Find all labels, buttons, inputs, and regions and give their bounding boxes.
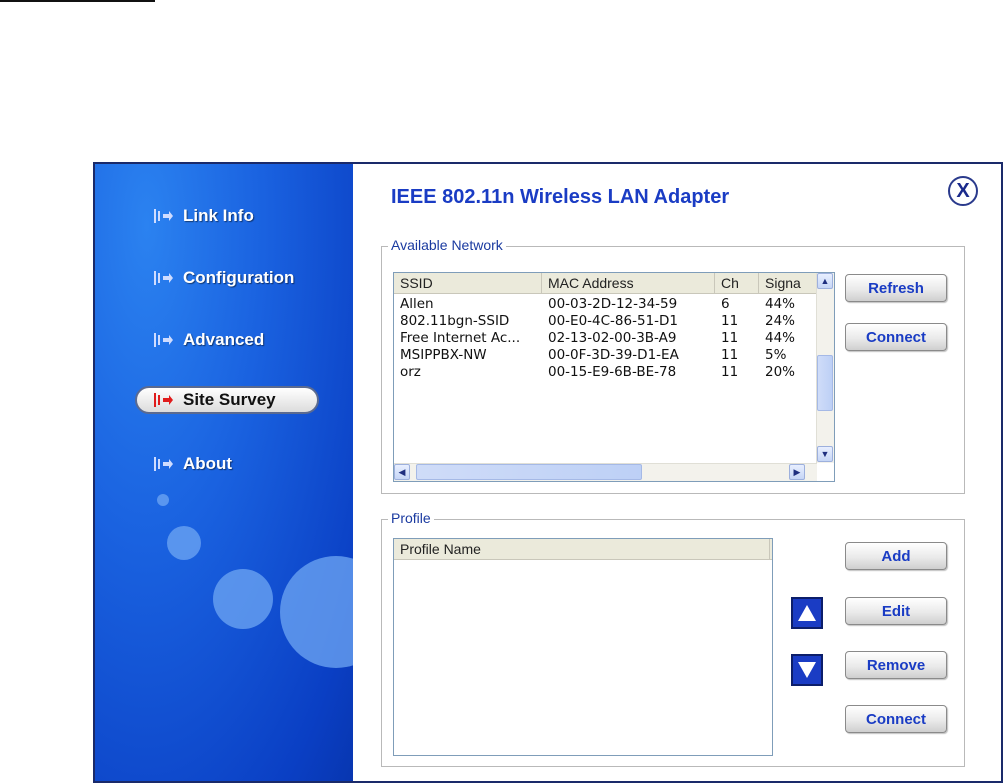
sidebar-item-label: About <box>183 454 233 473</box>
profile-list[interactable]: Profile Name <box>393 538 773 756</box>
column-header-channel[interactable]: Ch <box>715 273 759 293</box>
column-header-ssid[interactable]: SSID <box>394 273 542 293</box>
cell-ssid: 802.11bgn-SSID <box>400 313 510 329</box>
sidebar-item-link-info[interactable]: Link Info <box>153 200 254 232</box>
add-profile-button[interactable]: Add <box>845 542 947 570</box>
cell-signal: 44% <box>765 330 796 346</box>
sidebar-item-advanced[interactable]: Advanced <box>153 324 264 356</box>
refresh-button[interactable]: Refresh <box>845 274 947 302</box>
cell-mac: 00-15-E9-6B-BE-78 <box>548 364 677 380</box>
decor-bubble <box>213 569 273 629</box>
profile-legend: Profile <box>388 510 434 526</box>
cell-mac: 00-03-2D-12-34-59 <box>548 296 678 312</box>
network-list[interactable]: SSID MAC Address Ch Signa Allen 00-03-2D… <box>393 272 835 482</box>
scroll-thumb[interactable] <box>416 464 642 480</box>
arrow-up-icon <box>798 605 816 621</box>
cell-ssid: MSIPPBX-NW <box>400 347 487 363</box>
window-title: IEEE 802.11n Wireless LAN Adapter <box>391 186 730 208</box>
sidebar-item-label: Advanced <box>183 330 265 349</box>
move-up-button[interactable] <box>791 597 823 629</box>
bars-icon <box>153 331 175 349</box>
network-list-header: SSID MAC Address Ch Signa <box>394 273 817 294</box>
table-row[interactable]: orz 00-15-E9-6B-BE-78 11 20% <box>394 364 817 381</box>
table-row[interactable]: Allen 00-03-2D-12-34-59 6 44% <box>394 296 817 313</box>
scroll-left-icon[interactable]: ◀ <box>394 464 410 480</box>
edit-profile-button[interactable]: Edit <box>845 597 947 625</box>
scroll-right-icon[interactable]: ▶ <box>789 464 805 480</box>
top-rule <box>0 0 155 2</box>
sidebar-item-configuration[interactable]: Configuration <box>153 262 294 294</box>
available-network-group: Available Network SSID MAC Address Ch Si… <box>381 237 965 494</box>
available-network-legend: Available Network <box>388 237 506 253</box>
bars-icon <box>153 269 175 287</box>
cell-channel: 11 <box>721 347 739 363</box>
bars-icon <box>153 391 175 409</box>
cell-signal: 44% <box>765 296 796 312</box>
connect-profile-button[interactable]: Connect <box>845 705 947 733</box>
scroll-down-icon[interactable]: ▼ <box>817 446 833 462</box>
close-icon: X <box>956 179 970 202</box>
sidebar: Link Info Configuration Advanced Site Su… <box>95 164 353 781</box>
table-row[interactable]: Free Internet Ac... 02-13-02-00-3B-A9 11… <box>394 330 817 347</box>
cell-ssid: Allen <box>400 296 434 312</box>
cell-mac: 00-0F-3D-39-D1-EA <box>548 347 679 363</box>
cell-mac: 00-E0-4C-86-51-D1 <box>548 313 679 329</box>
sidebar-item-label: Site Survey <box>183 390 276 409</box>
cell-channel: 11 <box>721 313 739 329</box>
bars-icon <box>153 207 175 225</box>
cell-ssid: orz <box>400 364 421 380</box>
profile-group: Profile Profile Name Add Edit Remove Con… <box>381 510 965 767</box>
cell-signal: 20% <box>765 364 796 380</box>
table-row[interactable]: MSIPPBX-NW 00-0F-3D-39-D1-EA 11 5% <box>394 347 817 364</box>
cell-channel: 6 <box>721 296 730 312</box>
table-row[interactable]: 802.11bgn-SSID 00-E0-4C-86-51-D1 11 24% <box>394 313 817 330</box>
cell-channel: 11 <box>721 330 739 346</box>
sidebar-item-about[interactable]: About <box>153 448 232 480</box>
move-down-button[interactable] <box>791 654 823 686</box>
bars-icon <box>153 455 175 473</box>
remove-profile-button[interactable]: Remove <box>845 651 947 679</box>
cell-mac: 02-13-02-00-3B-A9 <box>548 330 677 346</box>
column-header-profile-name[interactable]: Profile Name <box>394 539 770 559</box>
decor-bubble <box>280 556 353 668</box>
column-header-mac[interactable]: MAC Address <box>542 273 715 293</box>
vertical-scrollbar[interactable]: ▲ ▼ <box>816 273 834 463</box>
sidebar-item-label: Configuration <box>183 268 295 287</box>
cell-ssid: Free Internet Ac... <box>400 330 521 346</box>
decor-bubble <box>167 526 201 560</box>
close-button[interactable]: X <box>948 176 978 206</box>
cell-signal: 24% <box>765 313 796 329</box>
cell-signal: 5% <box>765 347 787 363</box>
arrow-down-icon <box>798 662 816 678</box>
adapter-window: Link Info Configuration Advanced Site Su… <box>93 162 1003 783</box>
scroll-thumb[interactable] <box>817 355 833 411</box>
scroll-up-icon[interactable]: ▲ <box>817 273 833 289</box>
connect-network-button[interactable]: Connect <box>845 323 947 351</box>
profile-list-header: Profile Name <box>394 539 772 560</box>
sidebar-item-label: Link Info <box>183 206 254 225</box>
horizontal-scrollbar[interactable]: ◀ ▶ <box>394 463 817 481</box>
column-header-signal[interactable]: Signa <box>759 273 817 293</box>
sidebar-item-site-survey[interactable]: Site Survey <box>135 386 319 414</box>
decor-bubble <box>157 494 169 506</box>
cell-channel: 11 <box>721 364 739 380</box>
